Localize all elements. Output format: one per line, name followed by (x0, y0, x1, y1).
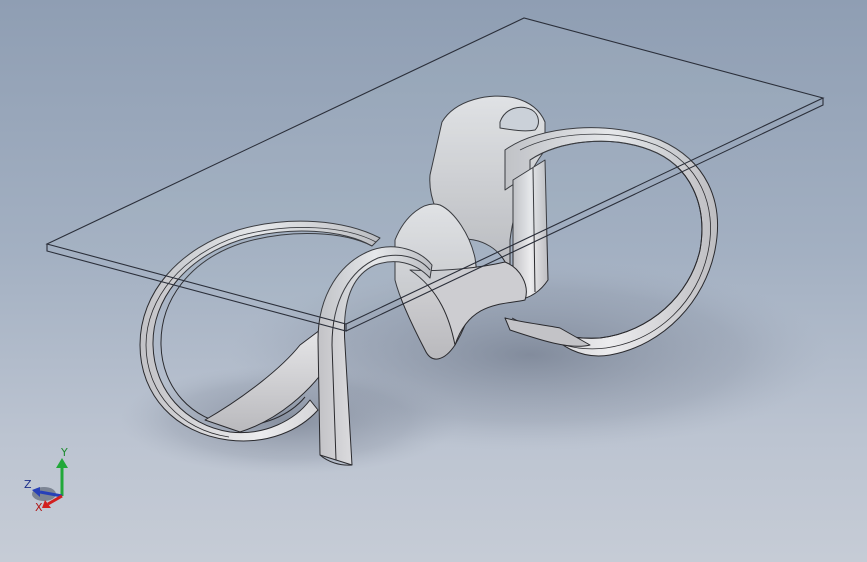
view-orientation-triad[interactable]: Y Z X (18, 440, 78, 516)
y-axis-arrow (56, 458, 68, 468)
y-axis-label: Y (60, 446, 68, 459)
z-axis-label: Z (24, 478, 32, 491)
graphics-viewport[interactable]: Y Z X (0, 0, 867, 562)
model-scene[interactable] (0, 0, 867, 562)
x-axis-label: X (35, 501, 43, 514)
